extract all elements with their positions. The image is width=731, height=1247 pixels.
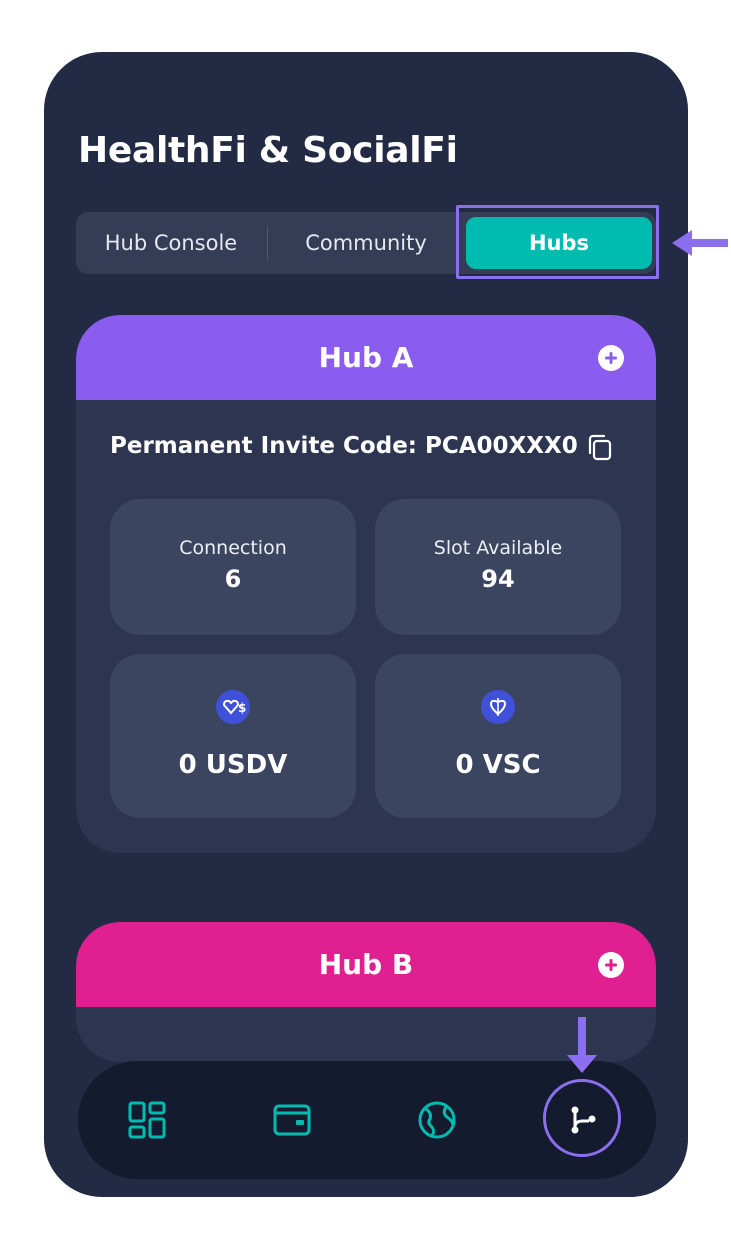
wallet-icon[interactable]: [271, 1099, 313, 1141]
connection-stat: Connection 6: [110, 499, 356, 635]
vsc-balance-value: 0 VSC: [455, 750, 541, 780]
hubs-tab-highlight: [456, 205, 659, 279]
svg-text:$: $: [238, 701, 246, 715]
globe-icon[interactable]: [416, 1099, 458, 1141]
hub-a-card: Hub A Permanent Invite Code: PCA00XXX0 C…: [76, 315, 656, 853]
add-hub-a-button[interactable]: [598, 345, 624, 371]
connection-label: Connection: [179, 537, 287, 559]
vsc-coin-icon: [481, 690, 515, 724]
invite-code-row: Permanent Invite Code: PCA00XXX0: [110, 433, 578, 459]
hubs-nav-highlight: [543, 1079, 621, 1157]
invite-code-label: Permanent Invite Code:: [110, 433, 417, 459]
arrow-down-icon: [567, 1017, 597, 1073]
usdv-coin-icon: $: [216, 690, 250, 724]
hub-a-title: Hub A: [318, 341, 414, 374]
copy-icon[interactable]: [586, 433, 614, 461]
slot-available-label: Slot Available: [433, 537, 563, 559]
usdv-balance-value: 0 USDV: [178, 750, 288, 780]
hub-a-header: Hub A: [76, 315, 656, 400]
invite-code-value: PCA00XXX0: [425, 433, 578, 459]
page-title: HealthFi & SocialFi: [78, 130, 458, 171]
arrow-left-icon: [672, 230, 728, 256]
usdv-balance-card: $ 0 USDV: [110, 654, 356, 818]
dashboard-icon[interactable]: [126, 1099, 168, 1141]
vsc-balance-card: 0 VSC: [375, 654, 621, 818]
add-hub-b-button[interactable]: [598, 952, 624, 978]
tab-hub-console[interactable]: Hub Console: [76, 212, 266, 274]
slot-available-value: 94: [481, 565, 515, 593]
hub-b-header: Hub B: [76, 922, 656, 1007]
tab-community[interactable]: Community: [268, 212, 464, 274]
connection-value: 6: [224, 565, 242, 593]
hub-b-title: Hub B: [318, 948, 414, 981]
slot-available-stat: Slot Available 94: [375, 499, 621, 635]
